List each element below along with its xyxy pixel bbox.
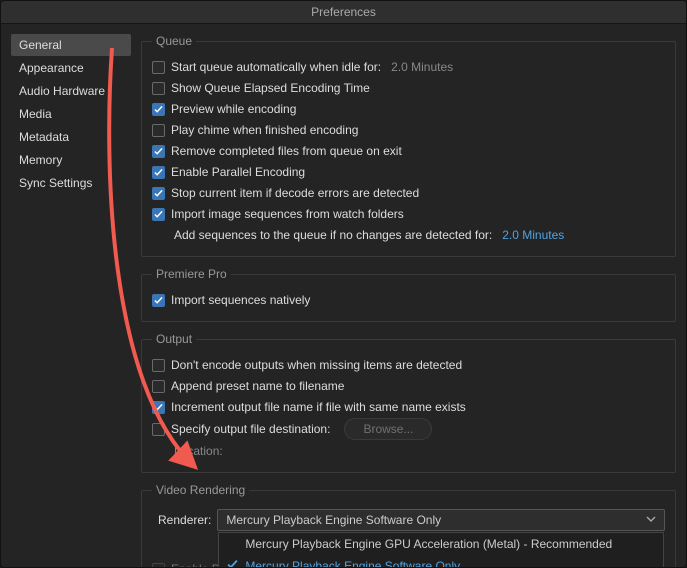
- video-legend: Video Rendering: [152, 483, 249, 497]
- sidebar-item-media[interactable]: Media: [11, 103, 131, 125]
- checkbox-increment[interactable]: [152, 401, 165, 414]
- label-dont-encode: Don't encode outputs when missing items …: [171, 358, 462, 372]
- label-preview: Preview while encoding: [171, 102, 296, 116]
- label-location: Location:: [174, 444, 223, 458]
- label-stop-decode: Stop current item if decode errors are d…: [171, 186, 419, 200]
- sidebar-item-label: Metadata: [19, 130, 69, 144]
- label-import-native: Import sequences natively: [171, 293, 310, 307]
- checkbox-remove-completed[interactable]: [152, 145, 165, 158]
- sidebar-item-label: Audio Hardware: [19, 84, 105, 98]
- video-group: Video Rendering Renderer: Mercury Playba…: [141, 483, 676, 568]
- renderer-label: Renderer:: [158, 513, 211, 527]
- chevron-down-icon: [646, 513, 656, 527]
- output-legend: Output: [152, 332, 196, 346]
- checkbox-dont-encode[interactable]: [152, 359, 165, 372]
- checkbox-stop-decode[interactable]: [152, 187, 165, 200]
- label-show-elapsed: Show Queue Elapsed Encoding Time: [171, 81, 370, 95]
- label-append-preset: Append preset name to filename: [171, 379, 344, 393]
- label-parallel: Enable Parallel Encoding: [171, 165, 305, 179]
- renderer-value: Mercury Playback Engine Software Only: [226, 513, 441, 527]
- label-increment: Increment output file name if file with …: [171, 400, 466, 414]
- renderer-option-software[interactable]: Mercury Playback Engine Software Only: [219, 555, 663, 568]
- sidebar-item-general[interactable]: General: [11, 34, 131, 56]
- sidebar-item-label: Memory: [19, 153, 62, 167]
- main-panel: Queue Start queue automatically when idl…: [141, 34, 676, 568]
- window-title: Preferences: [1, 1, 686, 24]
- label-chime: Play chime when finished encoding: [171, 123, 358, 137]
- checkbox-specify-dest[interactable]: [152, 423, 165, 436]
- sidebar-item-sync-settings[interactable]: Sync Settings: [11, 172, 131, 194]
- checkbox-enable-dcm[interactable]: [152, 563, 165, 568]
- checkbox-parallel[interactable]: [152, 166, 165, 179]
- label-import-seq: Import image sequences from watch folder…: [171, 207, 404, 221]
- label-remove-completed: Remove completed files from queue on exi…: [171, 144, 402, 158]
- sidebar-item-appearance[interactable]: Appearance: [11, 57, 131, 79]
- check-icon: [227, 559, 238, 568]
- checkbox-import-native[interactable]: [152, 294, 165, 307]
- checkbox-show-elapsed[interactable]: [152, 82, 165, 95]
- label-start-auto: Start queue automatically when idle for:: [171, 60, 381, 74]
- checkbox-start-auto[interactable]: [152, 61, 165, 74]
- renderer-option-label: Mercury Playback Engine GPU Acceleration…: [245, 537, 612, 551]
- preferences-window: Preferences General Appearance Audio Har…: [0, 0, 687, 568]
- label-specify-dest: Specify output file destination:: [171, 422, 330, 436]
- renderer-option-gpu[interactable]: Mercury Playback Engine GPU Acceleration…: [219, 533, 663, 555]
- premiere-legend: Premiere Pro: [152, 267, 231, 281]
- checkbox-chime[interactable]: [152, 124, 165, 137]
- renderer-popup: Mercury Playback Engine GPU Acceleration…: [218, 532, 664, 568]
- sidebar-item-label: General: [19, 38, 62, 52]
- sidebar-item-metadata[interactable]: Metadata: [11, 126, 131, 148]
- value-add-seq[interactable]: 2.0 Minutes: [502, 228, 564, 242]
- checkbox-append-preset[interactable]: [152, 380, 165, 393]
- browse-button[interactable]: Browse...: [344, 418, 432, 440]
- sidebar: General Appearance Audio Hardware Media …: [11, 34, 131, 568]
- output-group: Output Don't encode outputs when missing…: [141, 332, 676, 473]
- queue-group: Queue Start queue automatically when idl…: [141, 34, 676, 257]
- label-add-seq: Add sequences to the queue if no changes…: [174, 228, 492, 242]
- renderer-dropdown[interactable]: Mercury Playback Engine Software Only Me…: [217, 509, 665, 531]
- sidebar-item-audio-hardware[interactable]: Audio Hardware: [11, 80, 131, 102]
- value-start-auto[interactable]: 2.0 Minutes: [391, 60, 453, 74]
- queue-legend: Queue: [152, 34, 196, 48]
- sidebar-item-label: Sync Settings: [19, 176, 92, 190]
- sidebar-item-memory[interactable]: Memory: [11, 149, 131, 171]
- premiere-group: Premiere Pro Import sequences natively: [141, 267, 676, 322]
- sidebar-item-label: Media: [19, 107, 52, 121]
- sidebar-item-label: Appearance: [19, 61, 84, 75]
- checkbox-import-seq[interactable]: [152, 208, 165, 221]
- renderer-option-label: Mercury Playback Engine Software Only: [245, 559, 460, 568]
- checkbox-preview[interactable]: [152, 103, 165, 116]
